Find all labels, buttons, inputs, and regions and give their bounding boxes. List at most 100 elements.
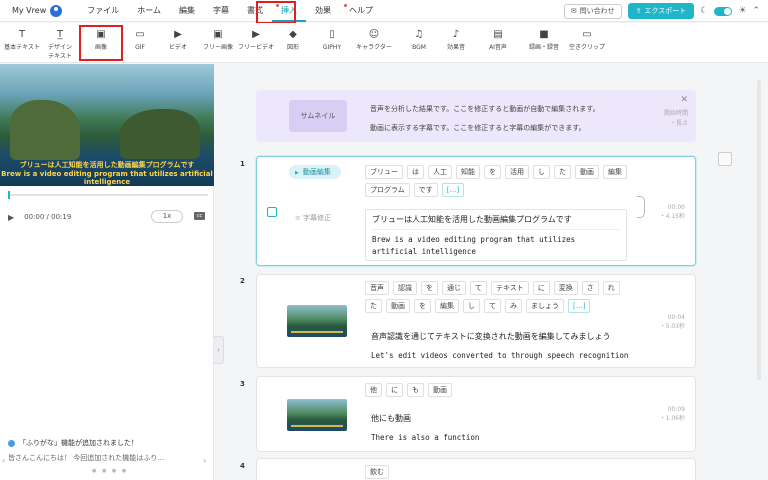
menu-file[interactable]: ファイル — [78, 0, 128, 22]
tool-video[interactable]: ▶ ビデオ — [156, 27, 200, 59]
word-token[interactable]: 活用 — [505, 165, 529, 179]
subtitle-jp-text[interactable]: 他にも動画 — [371, 413, 411, 424]
news-title: 「ふりがな」機能が追加されました！ — [19, 439, 138, 447]
word-token[interactable]: 編集 — [603, 165, 627, 179]
menu-effect[interactable]: 効果 — [306, 0, 340, 22]
clip-number: 1 — [240, 160, 245, 168]
word-token[interactable]: 人工 — [428, 165, 452, 179]
contact-button[interactable]: ✉ 問い合わせ — [563, 3, 622, 19]
clip-card-2[interactable]: 音声 認識 を 通じ て テキスト に 変換 さ れ た 動画 を 編集 し て… — [256, 274, 696, 368]
menu-home[interactable]: ホーム — [128, 0, 170, 22]
progress-handle[interactable] — [8, 191, 10, 199]
word-token[interactable]: 動画 — [386, 299, 410, 313]
word-token[interactable]: を — [421, 281, 438, 295]
speed-button[interactable]: 1x — [151, 210, 183, 223]
tool-character[interactable]: ☺ キャラクター — [352, 27, 396, 59]
word-token[interactable]: 認識 — [393, 281, 417, 295]
word-token[interactable]: 編集 — [435, 299, 459, 313]
word-token[interactable]: し — [463, 299, 480, 313]
news-panel[interactable]: 「ふりがな」機能が追加されました！ 皆さんこんにちは！ 今回追加された機能はふり… — [8, 438, 208, 472]
video-preview[interactable]: ブリューは人工知能を活用した動画編集プログラムです Brew is a vide… — [0, 64, 214, 186]
subtitle-en-text[interactable]: Brew is a video editing program that uti… — [372, 234, 620, 258]
word-token[interactable]: 変換 — [553, 281, 578, 295]
menu-help-label: ヘルプ — [349, 5, 373, 15]
tool-shape[interactable]: ◆ 図形 — [271, 27, 315, 59]
word-token[interactable]: 通じ — [442, 281, 466, 295]
tool-label: 録画・録音 — [528, 44, 559, 51]
tool-empty-clip[interactable]: ▭ 空きクリップ — [565, 27, 609, 59]
clip-start: 00:04 — [667, 314, 685, 321]
word-token[interactable]: し — [533, 165, 550, 179]
collapse-up-icon[interactable]: ⌃ — [752, 6, 760, 16]
tool-giphy[interactable]: ▯ GIPHY — [310, 27, 354, 59]
thumbnail-button[interactable]: サムネイル — [289, 100, 347, 132]
word-token[interactable]: た — [365, 299, 382, 313]
clip-time: 00:04 ・5.03秒 — [660, 313, 685, 331]
sun-icon: ☀ — [738, 6, 747, 16]
next-arrow-icon[interactable]: › — [203, 456, 206, 465]
word-token[interactable]: 動画 — [575, 165, 599, 179]
panel-collapse-tab[interactable]: › — [214, 336, 224, 364]
word-tokens: 他 に も 動画 — [365, 383, 635, 397]
word-token[interactable]: です — [413, 183, 438, 197]
clip-thumbnail[interactable] — [287, 399, 347, 431]
word-token[interactable]: み — [505, 299, 522, 313]
word-token[interactable]: プログラム — [365, 183, 410, 197]
word-token[interactable]: ブリュー — [365, 165, 403, 179]
word-token[interactable]: て — [484, 299, 501, 313]
subtitle-en-text[interactable]: There is also a function — [371, 433, 479, 442]
subtitle-en-text[interactable]: Let's edit videos converted to through s… — [371, 351, 628, 360]
video-edit-chip[interactable]: 動画編集 — [289, 165, 341, 179]
play-icon[interactable]: ▶ — [8, 213, 14, 222]
word-token[interactable]: を — [414, 299, 431, 313]
tool-design-text[interactable]: T̲ デザイン テキスト — [38, 27, 82, 60]
export-button[interactable]: ⇪ エクスポート — [627, 3, 695, 19]
subtitle-editor[interactable]: ブリューは人工知能を活用した動画編集プログラムです Brew is a vide… — [365, 209, 627, 261]
clip-card-4[interactable]: 飲む — [256, 458, 696, 480]
word-token[interactable]: 知能 — [456, 165, 480, 179]
word-token[interactable]: に — [532, 281, 550, 295]
tool-sound-effect[interactable]: ♪ 効果音 — [434, 27, 478, 59]
word-token[interactable]: れ — [602, 281, 620, 295]
tool-record[interactable]: ■ 録画・録音 — [522, 27, 566, 59]
tool-label: 図形 — [286, 44, 299, 51]
subtitle-jp-text[interactable]: 音声認識を通じてテキストに変換された動画を編集してみましょう — [371, 331, 611, 342]
word-token[interactable]: 他 — [365, 383, 382, 397]
word-token[interactable]: を — [484, 165, 501, 179]
tool-label: ビデオ — [168, 44, 187, 51]
word-token[interactable]: は — [407, 165, 424, 179]
word-token[interactable]: 音声 — [365, 281, 389, 295]
ai-voice-icon: ▤ — [493, 29, 503, 40]
banner-meta-start: 開始時間 — [663, 110, 688, 117]
word-token[interactable]: 飲む — [365, 465, 389, 479]
tool-ai-voice[interactable]: ▤ AI音声 — [476, 27, 520, 59]
menu-help[interactable]: ヘルプ — [340, 0, 382, 22]
close-icon[interactable]: ✕ — [680, 95, 688, 105]
user-icon[interactable] — [50, 4, 63, 17]
menu-subtitle[interactable]: 字幕 — [204, 0, 238, 22]
clip-thumbnail[interactable] — [287, 305, 347, 337]
word-token[interactable]: 動画 — [428, 383, 452, 397]
menu-edit[interactable]: 編集 — [170, 0, 204, 22]
caption-icon[interactable]: cc — [194, 212, 205, 220]
new-dot-icon — [344, 3, 347, 7]
word-token[interactable]: た — [554, 165, 571, 179]
subtitle-jp-text[interactable]: ブリューは人工知能を活用した動画編集プログラムです — [372, 214, 620, 225]
clip-card-1[interactable]: 動画編集 字幕修正 ブリュー は 人工 知能 を 活用 し た 動画 編集 プロ… — [256, 156, 696, 266]
more-token[interactable]: […] — [568, 299, 591, 313]
word-token[interactable]: ましょう — [526, 299, 564, 313]
word-token[interactable]: も — [407, 383, 424, 397]
theme-toggle[interactable] — [714, 6, 733, 16]
word-token[interactable]: て — [470, 281, 487, 295]
clip-card-3[interactable]: 他 に も 動画 他にも動画 There is also a function … — [256, 376, 696, 452]
app-name[interactable]: My Vrew — [12, 6, 46, 15]
playback-progress[interactable] — [8, 191, 208, 199]
prev-arrow-icon[interactable]: ‹ — [2, 456, 5, 465]
scrollbar[interactable] — [757, 80, 761, 380]
clip-checkbox[interactable] — [267, 207, 277, 217]
word-token[interactable]: に — [386, 383, 403, 397]
word-token[interactable]: さ — [581, 281, 599, 295]
side-widget[interactable] — [718, 152, 732, 166]
more-token[interactable]: […] — [441, 183, 465, 197]
word-token[interactable]: テキスト — [491, 281, 529, 295]
